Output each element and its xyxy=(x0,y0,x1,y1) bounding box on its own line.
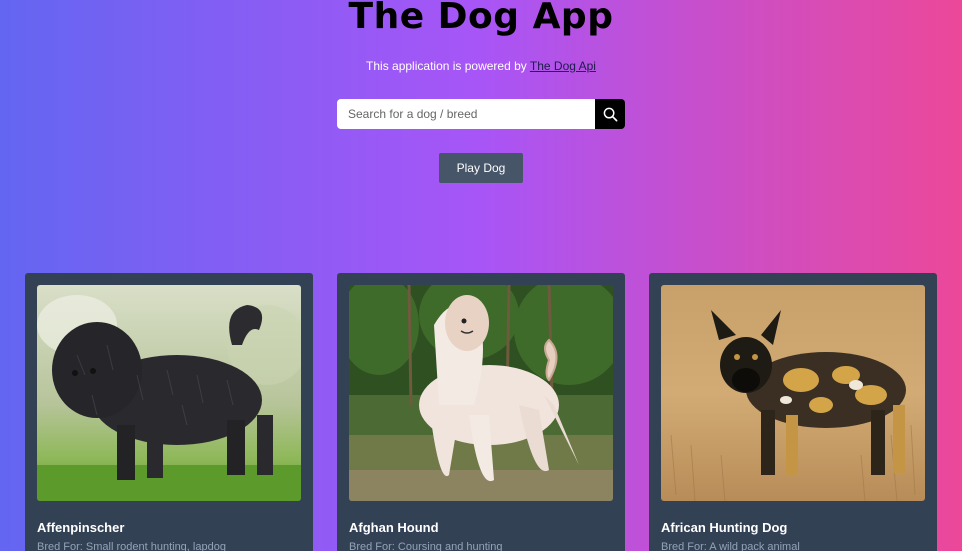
page-title: The Dog App xyxy=(348,0,614,37)
powered-by-label: This application is powered by xyxy=(366,59,530,73)
search-input[interactable] xyxy=(337,99,595,129)
dog-card[interactable]: Afghan Hound Bred For: Coursing and hunt… xyxy=(337,273,625,551)
search-bar xyxy=(337,99,625,129)
dog-card[interactable]: African Hunting Dog Bred For: A wild pac… xyxy=(649,273,937,551)
dog-card[interactable]: Affenpinscher Bred For: Small rodent hun… xyxy=(25,273,313,551)
dog-bred-for: Bred For: Small rodent hunting, lapdog xyxy=(37,541,226,551)
search-icon xyxy=(603,107,617,121)
play-dog-button[interactable]: Play Dog xyxy=(439,153,523,183)
dog-bred-for: Bred For: A wild pack animal xyxy=(661,541,800,551)
dog-bred-for: Bred For: Coursing and hunting xyxy=(349,541,502,551)
dog-photo-affenpinscher xyxy=(37,285,301,501)
search-button[interactable] xyxy=(595,99,625,129)
dog-name: African Hunting Dog xyxy=(661,520,788,535)
bred-for-label: Bred For: xyxy=(661,541,710,551)
dog-photo-afghan-hound xyxy=(349,285,613,501)
dog-name: Affenpinscher xyxy=(37,520,125,535)
bred-for-label: Bred For: xyxy=(37,541,86,551)
bred-for-label: Bred For: xyxy=(349,541,398,551)
bred-for-value: A wild pack animal xyxy=(709,541,800,551)
bred-for-value: Coursing and hunting xyxy=(397,541,503,551)
dog-name: Afghan Hound xyxy=(349,520,439,535)
dog-photo-african-hunting-dog xyxy=(661,285,925,501)
dog-api-link[interactable]: The Dog Api xyxy=(530,59,596,73)
powered-by-text: This application is powered by The Dog A… xyxy=(0,59,962,73)
bred-for-value: Small rodent hunting, lapdog xyxy=(85,541,226,551)
